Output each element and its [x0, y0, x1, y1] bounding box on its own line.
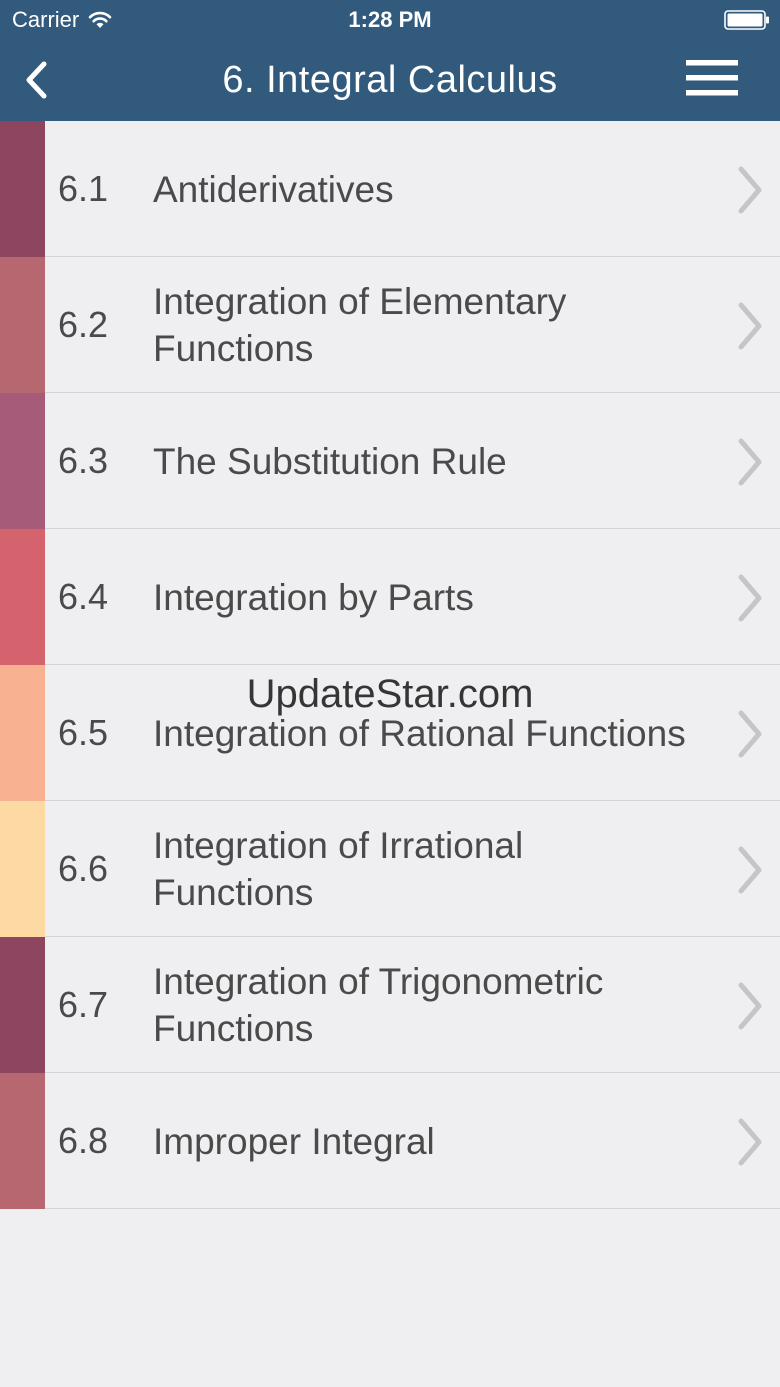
chevron-left-icon: [26, 61, 47, 99]
section-title-text: Integration by Parts: [153, 576, 474, 618]
section-title: Integration by Parts: [153, 529, 693, 665]
section-number: 6.6: [58, 848, 109, 889]
section-number: 6.3: [58, 440, 109, 481]
section-title: Integration of Elementary Functions: [153, 257, 693, 393]
section-title-text: Integration of Rational Functions: [153, 712, 686, 754]
list-item[interactable]: 6.1 Antiderivatives: [0, 121, 780, 257]
section-title: Integration of Rational Functions: [153, 665, 693, 801]
status-time: 1:28 PM: [348, 7, 432, 32]
section-title: Integration of Irrational Functions: [153, 801, 693, 937]
section-title: Improper Integral: [153, 1073, 693, 1209]
status-bar: Carrier 1:28 PM: [0, 0, 780, 40]
list-item[interactable]: 6.7 Integration of Trigonometric Function…: [0, 937, 780, 1073]
section-title-text: Integration of Elementary Functions: [153, 281, 567, 369]
section-list: 6.1 Antiderivatives 6.2 Integration of Elem…: [0, 121, 780, 1209]
battery-icon: [724, 10, 769, 30]
navigation-bar: 6. Integral Calculus: [0, 40, 780, 121]
section-title: Antiderivatives: [153, 121, 693, 257]
color-swatch: [0, 665, 45, 801]
page-title: 6. Integral Calculus: [222, 59, 558, 101]
chevron-right-icon: [738, 1118, 762, 1166]
chevron-right-icon: [738, 574, 762, 622]
section-number: 6.2: [58, 304, 109, 345]
row-divider: [45, 1208, 780, 1209]
section-number: 6.1: [58, 168, 109, 209]
chevron-right-icon: [738, 166, 762, 214]
color-swatch: [0, 529, 45, 665]
section-title-text: Integration of Trigonometric Functions: [153, 961, 604, 1049]
chevron-right-icon: [738, 438, 762, 486]
color-swatch: [0, 937, 45, 1073]
section-number: 6.5: [58, 712, 109, 753]
back-button[interactable]: [14, 58, 58, 102]
color-swatch: [0, 393, 45, 529]
section-title: The Substitution Rule: [153, 393, 693, 529]
section-title-text: Improper Integral: [153, 1120, 435, 1162]
chevron-right-icon: [738, 302, 762, 350]
section-title: Integration of Trigonometric Functions: [153, 937, 693, 1073]
chevron-right-icon: [738, 710, 762, 758]
list-item[interactable]: 6.8 Improper Integral: [0, 1073, 780, 1209]
section-title-text: The Substitution Rule: [153, 440, 507, 482]
list-item[interactable]: 6.6 Integration of Irrational Functions: [0, 801, 780, 937]
list-item[interactable]: 6.4 Integration by Parts: [0, 529, 780, 665]
menu-button[interactable]: [684, 56, 740, 100]
list-item[interactable]: 6.5 Integration of Rational Functions: [0, 665, 780, 801]
section-number: 6.7: [58, 984, 109, 1025]
color-swatch: [0, 257, 45, 393]
color-swatch: [0, 801, 45, 937]
section-number: 6.4: [58, 576, 109, 617]
section-title-text: Integration of Irrational Functions: [153, 825, 524, 913]
list-item[interactable]: 6.2 Integration of Elementary Functions: [0, 257, 780, 393]
section-title-text: Antiderivatives: [153, 168, 394, 210]
section-number: 6.8: [58, 1120, 109, 1161]
list-item[interactable]: 6.3 The Substitution Rule: [0, 393, 780, 529]
color-swatch: [0, 121, 45, 257]
chevron-right-icon: [738, 846, 762, 894]
chevron-right-icon: [738, 982, 762, 1030]
hamburger-menu-icon: [686, 60, 738, 96]
color-swatch: [0, 1073, 45, 1209]
top-bar: Carrier 1:28 PM 6. Integral Calculus: [0, 0, 780, 121]
